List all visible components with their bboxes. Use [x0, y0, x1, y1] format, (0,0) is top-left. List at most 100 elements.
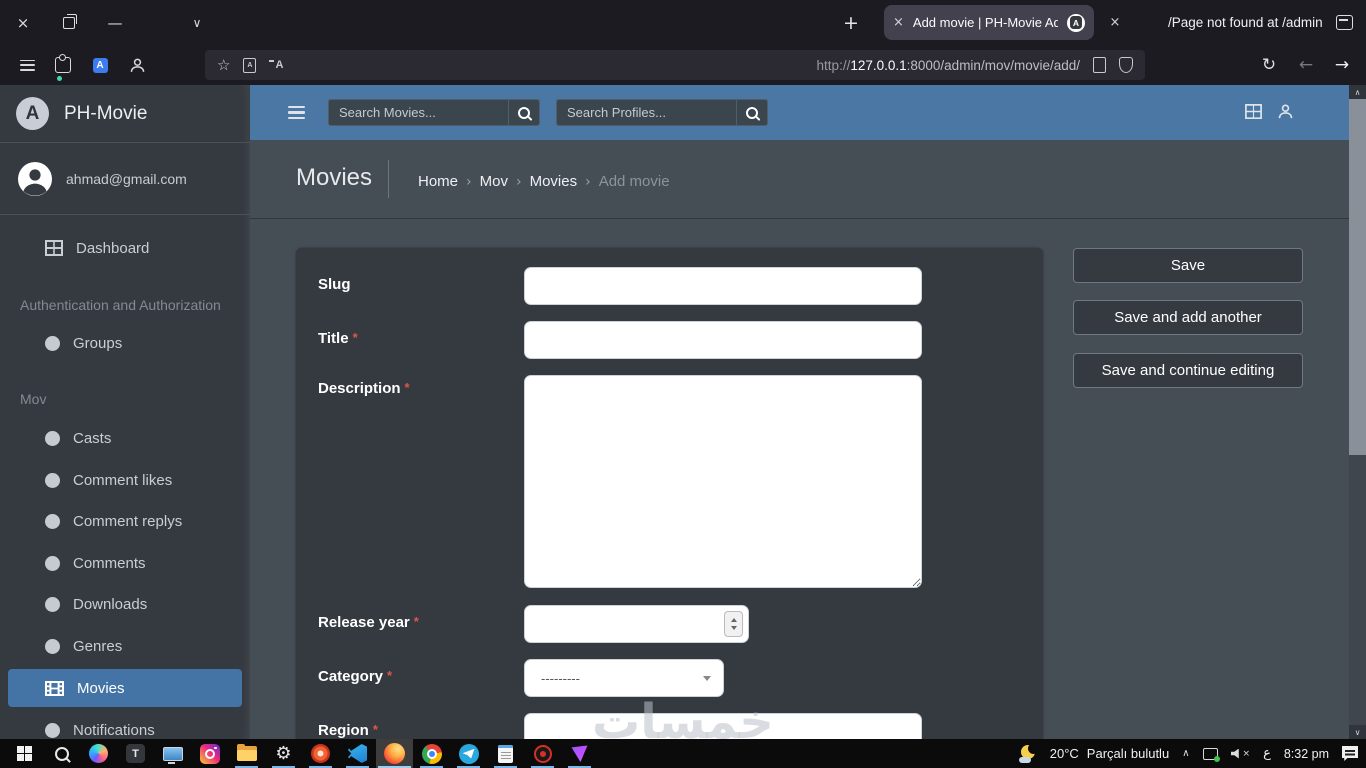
taskbar-orange-app-button[interactable] — [302, 739, 339, 768]
number-spinner[interactable] — [724, 611, 743, 637]
tab-background[interactable]: /Page not found at /admin — [1168, 0, 1323, 45]
scroll-down-button[interactable]: ∨ — [1349, 725, 1366, 739]
breadcrumb-mov[interactable]: Mov — [480, 173, 508, 190]
save-and-continue-editing-button[interactable]: Save and continue editing — [1073, 353, 1303, 388]
sidebar-toggle-button[interactable] — [288, 106, 305, 119]
extensions-button[interactable] — [48, 45, 78, 85]
slug-input[interactable] — [524, 267, 922, 305]
sidebar-item-label: Genres — [73, 637, 123, 655]
search-icon — [518, 106, 530, 119]
circle-icon — [45, 638, 60, 654]
sidebar-item-dashboard[interactable]: Dashboard — [8, 232, 242, 264]
breadcrumb-movies[interactable]: Movies — [530, 173, 578, 190]
translate-xa-icon[interactable]: A — [269, 59, 283, 71]
translate-extension-button[interactable]: A — [85, 45, 115, 85]
scrollbar[interactable]: ∧ ∨ — [1349, 85, 1366, 739]
user-menu-icon[interactable] — [1277, 103, 1294, 120]
search-profiles-input[interactable] — [556, 99, 736, 126]
weather-description[interactable]: Parçalı bulutlu — [1087, 746, 1169, 761]
taskbar-t-app-button[interactable]: T — [117, 739, 154, 768]
search-movies-button[interactable] — [508, 99, 540, 126]
release-year-input[interactable] — [524, 605, 749, 643]
taskbar-search-button[interactable] — [43, 739, 80, 768]
url-bar[interactable]: ☆ A A http://127.0.0.1:8000/admin/mov/mo… — [205, 50, 1145, 80]
taskbar-firefox-button[interactable] — [376, 739, 413, 768]
browser-menu-button[interactable] — [12, 45, 42, 85]
breadcrumb-home[interactable]: Home — [418, 173, 458, 190]
taskbar-this-pc-button[interactable] — [154, 739, 191, 768]
save-and-add-another-button[interactable]: Save and add another — [1073, 300, 1303, 335]
sidebar-item-comments[interactable]: Comments — [8, 547, 242, 579]
window-restore-button[interactable] — [49, 0, 89, 45]
search-movies — [328, 99, 540, 126]
start-button[interactable] — [6, 739, 43, 768]
translate-page-icon[interactable]: A — [243, 57, 257, 73]
sidebar-item-groups[interactable]: Groups — [8, 327, 242, 359]
taskbar-recorder-button[interactable] — [524, 739, 561, 768]
spinner-down-icon[interactable] — [730, 626, 737, 630]
sidebar-item-comment-likes[interactable]: Comment likes — [8, 464, 242, 496]
new-tab-button[interactable]: + — [834, 5, 868, 40]
taskbar-settings-button[interactable]: ⚙ — [265, 739, 302, 768]
category-select[interactable]: --------- — [524, 659, 724, 697]
volume-muted-icon[interactable]: × — [1230, 748, 1250, 759]
forward-button[interactable]: → — [1325, 45, 1359, 85]
tab-close-icon[interactable]: × — [893, 15, 904, 30]
spinner-up-icon[interactable] — [730, 618, 737, 622]
taskbar-notepad-button[interactable] — [487, 739, 524, 768]
sidebar-item-comment-replys[interactable]: Comment replys — [8, 505, 242, 537]
save-button[interactable]: Save — [1073, 248, 1303, 283]
tab-active[interactable]: × Add movie | PH-Movie Admin A — [884, 5, 1094, 40]
breadcrumb-separator: › — [585, 173, 591, 190]
circle-icon — [45, 596, 60, 612]
required-marker: * — [404, 380, 410, 395]
taskbar-vscode-button[interactable] — [339, 739, 376, 768]
language-indicator[interactable]: ع — [1263, 746, 1271, 761]
tray-monitor-icon[interactable] — [1202, 747, 1220, 762]
search-movies-input[interactable] — [328, 99, 508, 126]
scroll-up-button[interactable]: ∧ — [1349, 85, 1366, 99]
user-panel[interactable]: ahmad@gmail.com — [0, 143, 250, 215]
tab-list-icon[interactable] — [1336, 15, 1353, 30]
tab-dropdown-button[interactable]: ∨ — [177, 0, 217, 45]
taskbar-telegram-button[interactable] — [450, 739, 487, 768]
taskbar-copilot-button[interactable] — [80, 739, 117, 768]
apps-grid-icon[interactable] — [1245, 104, 1262, 119]
description-textarea[interactable] — [524, 375, 922, 588]
weather-temp[interactable]: 20°C — [1050, 746, 1079, 761]
reload-button[interactable]: ↻ — [1252, 45, 1286, 85]
tray-expand-icon[interactable]: ∧ — [1182, 748, 1189, 759]
breadcrumb-separator: › — [466, 173, 472, 190]
region-input[interactable] — [524, 713, 922, 739]
taskbar-chrome-button[interactable] — [413, 739, 450, 768]
tracking-shield-icon[interactable] — [1119, 57, 1133, 73]
sidebar-item-downloads[interactable]: Downloads — [8, 588, 242, 620]
taskbar-instagram-button[interactable] — [191, 739, 228, 768]
clock[interactable]: 8:32 pm — [1284, 747, 1329, 761]
taskbar-file-explorer-button[interactable] — [228, 739, 265, 768]
search-profiles-button[interactable] — [736, 99, 768, 126]
grid-icon — [45, 240, 63, 256]
gear-icon: ⚙ — [275, 742, 292, 764]
sidebar-item-genres[interactable]: Genres — [8, 630, 242, 662]
profile-button[interactable] — [122, 45, 152, 85]
back-button[interactable]: ← — [1289, 45, 1323, 85]
window-close-button[interactable]: × — [3, 0, 43, 45]
title-input[interactable] — [524, 321, 922, 359]
sidebar-item-movies[interactable]: Movies — [8, 669, 242, 707]
taskbar-purple-app-button[interactable] — [561, 739, 598, 768]
window-minimize-button[interactable]: — — [95, 0, 135, 45]
weather-icon[interactable] — [1018, 742, 1039, 763]
bookmark-star-icon[interactable]: ☆ — [217, 56, 230, 74]
notification-center-icon[interactable] — [1342, 746, 1358, 761]
sidebar-item-casts[interactable]: Casts — [8, 422, 242, 454]
release-year-label: Release year * — [318, 614, 419, 631]
tab2-close-button[interactable]: × — [1100, 5, 1130, 40]
extension-badge-dot — [57, 76, 62, 81]
sidebar-section-auth: Authentication and Authorization — [20, 297, 221, 313]
category-selected-value: --------- — [541, 670, 580, 686]
telegram-icon — [458, 743, 479, 764]
brand-link[interactable]: A PH-Movie — [0, 85, 250, 143]
scrollbar-thumb[interactable] — [1349, 99, 1366, 455]
reader-mode-icon[interactable] — [1093, 57, 1106, 73]
